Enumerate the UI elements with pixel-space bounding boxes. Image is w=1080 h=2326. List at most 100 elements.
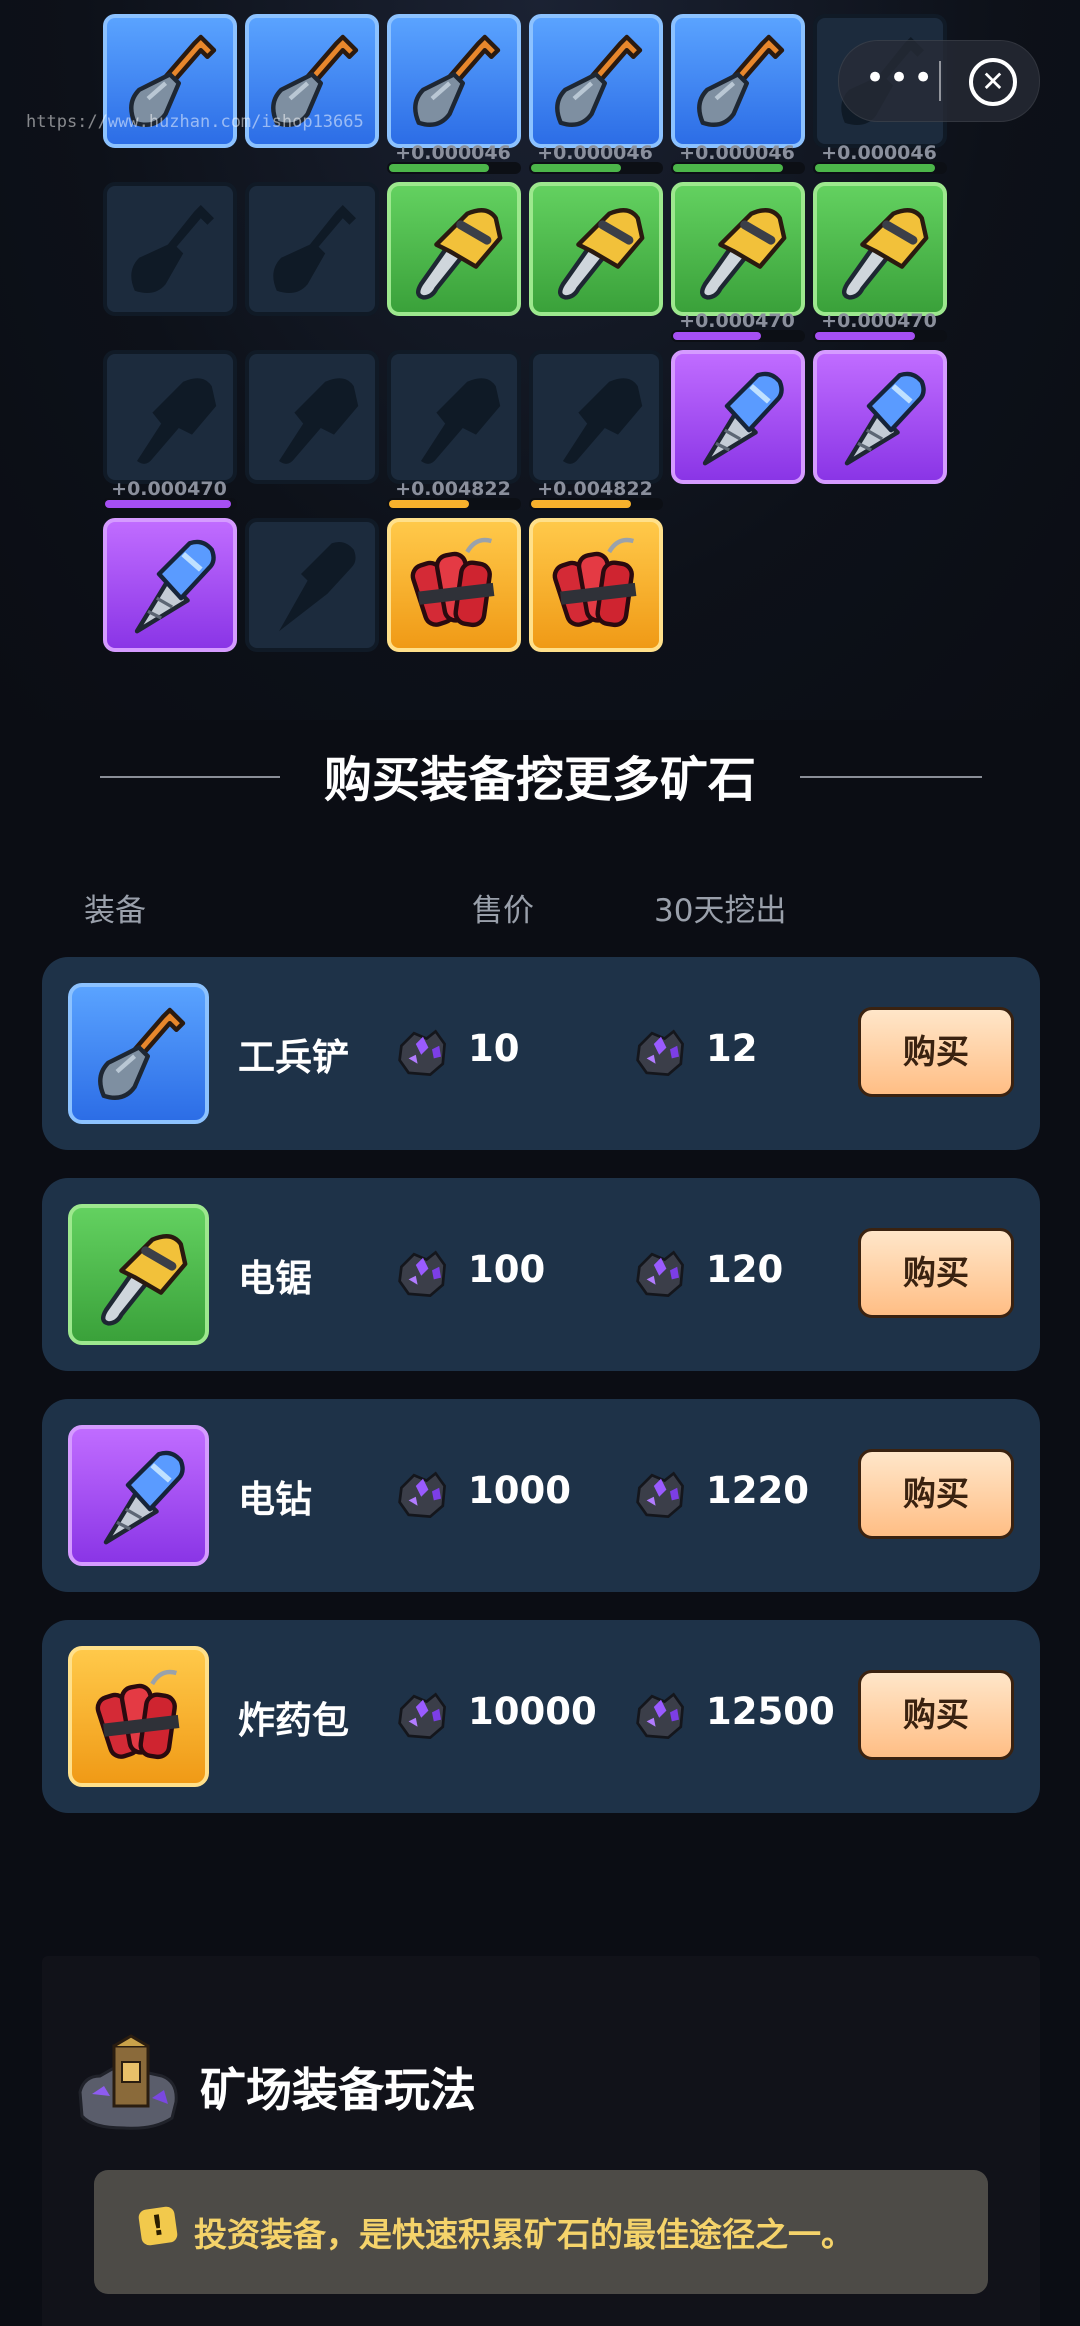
grid-tile-chainsaw[interactable] [387, 182, 521, 316]
item-name: 电钻 [238, 1478, 312, 1521]
shovel-icon [399, 26, 509, 136]
capsule-divider [939, 61, 941, 101]
grid-tile-shovel[interactable] [529, 14, 663, 148]
grid-tile-empty-slot [245, 518, 379, 652]
grid-tile-empty-slot [103, 350, 237, 484]
grid-tile-empty-slot [387, 350, 521, 484]
grid-tile-empty-slot [529, 350, 663, 484]
dynamite-icon [84, 1662, 194, 1772]
dynamite-icon [399, 530, 509, 640]
progress-bar [387, 162, 521, 174]
ore-icon [396, 1248, 450, 1300]
close-icon[interactable]: ✕ [969, 58, 1017, 106]
buy-button[interactable]: 购买 [858, 1670, 1014, 1760]
rate-label: +0.000046 [395, 142, 511, 164]
rate-label: +0.000046 [821, 142, 937, 164]
item-yield: 120 [706, 1248, 784, 1291]
drill-icon [84, 1441, 194, 1551]
panel-title: 矿场装备玩法 [200, 2063, 476, 2117]
shovel-icon [541, 26, 651, 136]
item-card-drill: 电钻 1000 1220 购买 [42, 1399, 1040, 1592]
column-header-price: 售价 [472, 893, 534, 929]
tip-box: ! 投资装备，是快速积累矿石的最佳途径之一。 [94, 2170, 988, 2294]
chainsaw-silhouette-icon [257, 362, 367, 472]
buy-button[interactable]: 购买 [858, 1449, 1014, 1539]
progress-bar [813, 330, 947, 342]
ore-icon [396, 1027, 450, 1079]
shovel-icon [683, 26, 793, 136]
item-price: 1000 [468, 1469, 571, 1512]
grid-tile-drill[interactable] [103, 518, 237, 652]
rate-label: +0.000470 [111, 478, 227, 500]
grid-tile-drill[interactable] [671, 350, 805, 484]
more-menu-icon[interactable]: ••• [865, 61, 933, 95]
ore-icon [396, 1469, 450, 1521]
rate-label: +0.004822 [395, 478, 511, 500]
grid-tile-empty-slot [245, 182, 379, 316]
progress-bar [103, 498, 237, 510]
mine-shaft-icon [78, 2034, 178, 2130]
grid-tile-chainsaw[interactable] [813, 182, 947, 316]
chainsaw-icon [683, 194, 793, 304]
chainsaw-icon [84, 1220, 194, 1330]
grid-tile-shovel[interactable] [671, 14, 805, 148]
gameplay-panel: 矿场装备玩法 ! 投资装备，是快速积累矿石的最佳途径之一。 [42, 1956, 1040, 2326]
chainsaw-icon [825, 194, 935, 304]
shovel-icon [84, 999, 194, 1109]
grid-tile-empty-slot [245, 350, 379, 484]
item-icon-frame [68, 1425, 209, 1566]
item-name: 炸药包 [238, 1699, 349, 1742]
item-yield: 1220 [706, 1469, 809, 1512]
progress-bar [671, 162, 805, 174]
item-card-shovel: 工兵铲 10 12 购买 [42, 957, 1040, 1150]
item-name: 电锯 [238, 1257, 312, 1300]
drill-icon [115, 530, 225, 640]
buy-button[interactable]: 购买 [858, 1007, 1014, 1097]
watermark-url: https://www.huzhan.com/ishop13665 [26, 112, 364, 132]
grid-tile-empty-slot [103, 182, 237, 316]
chainsaw-silhouette-icon [541, 362, 651, 472]
item-price: 10000 [468, 1690, 597, 1733]
item-card-chainsaw: 电锯 100 120 购买 [42, 1178, 1040, 1371]
chainsaw-icon [399, 194, 509, 304]
rate-label: +0.000046 [679, 142, 795, 164]
column-header-yield: 30天挖出 [654, 893, 787, 929]
progress-bar [813, 162, 947, 174]
grid-tile-dynamite[interactable] [529, 518, 663, 652]
ore-icon [634, 1027, 688, 1079]
chainsaw-silhouette-icon [399, 362, 509, 472]
chainsaw-silhouette-icon [115, 362, 225, 472]
item-yield: 12 [706, 1027, 758, 1070]
dynamite-icon [541, 530, 651, 640]
ore-icon [396, 1690, 450, 1742]
ore-icon [634, 1469, 688, 1521]
tip-text: 投资装备，是快速积累矿石的最佳途径之一。 [194, 2215, 854, 2254]
drill-icon [825, 362, 935, 472]
progress-bar [529, 162, 663, 174]
grid-tile-drill[interactable] [813, 350, 947, 484]
item-yield: 12500 [706, 1690, 835, 1733]
grid-tile-dynamite[interactable] [387, 518, 521, 652]
item-icon-frame [68, 983, 209, 1124]
rate-label: +0.000046 [537, 142, 653, 164]
progress-bar [671, 330, 805, 342]
drill-silhouette-icon [257, 530, 367, 640]
rate-label: +0.000470 [821, 310, 937, 332]
grid-tile-chainsaw[interactable] [671, 182, 805, 316]
item-price: 10 [468, 1027, 520, 1070]
item-name: 工兵铲 [238, 1036, 349, 1079]
buy-button[interactable]: 购买 [858, 1228, 1014, 1318]
grid-tile-shovel[interactable] [387, 14, 521, 148]
mini-program-capsule: ••• ✕ [838, 40, 1040, 122]
item-icon-frame [68, 1204, 209, 1345]
shovel-silhouette-icon [115, 194, 225, 304]
drill-icon [683, 362, 793, 472]
rate-label: +0.000470 [679, 310, 795, 332]
chainsaw-icon [541, 194, 651, 304]
rate-label: +0.004822 [537, 478, 653, 500]
item-card-dynamite: 炸药包 10000 12500 购买 [42, 1620, 1040, 1813]
item-price: 100 [468, 1248, 546, 1291]
grid-tile-chainsaw[interactable] [529, 182, 663, 316]
progress-bar [387, 498, 521, 510]
ore-icon [634, 1248, 688, 1300]
